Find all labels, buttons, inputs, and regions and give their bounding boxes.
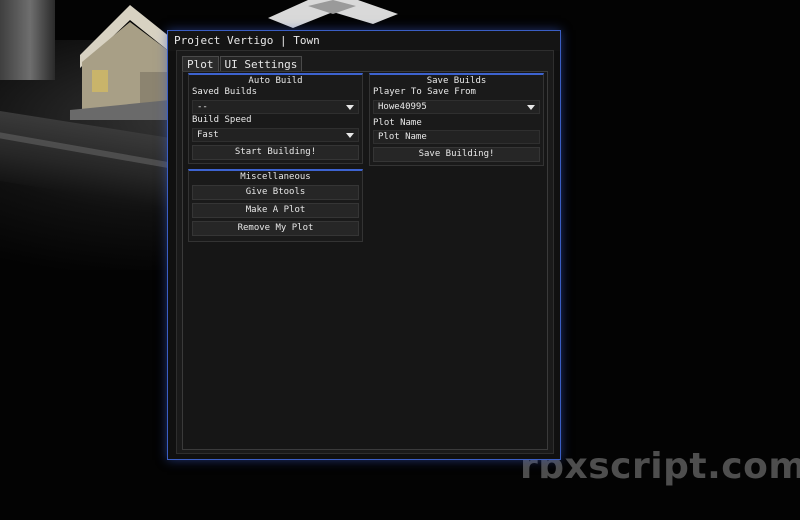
watermark: rbxscript.com [520,446,800,487]
miscellaneous-title: Miscellaneous [240,172,311,182]
window-content: Plot UI Settings Auto Build Saved Builds… [176,50,554,454]
chevron-down-icon [527,105,535,110]
remove-my-plot-button[interactable]: Remove My Plot [192,221,359,236]
save-building-button[interactable]: Save Building! [373,147,540,162]
tab-ui-settings[interactable]: UI Settings [219,56,303,72]
saved-builds-dropdown[interactable]: -- [192,100,359,114]
plot-name-label: Plot Name [373,118,422,128]
player-dropdown[interactable]: Howe40995 [373,100,540,114]
chevron-down-icon [346,105,354,110]
build-speed-dropdown[interactable]: Fast [192,128,359,142]
auto-build-group: Auto Build Saved Builds -- Build Speed F… [188,73,363,164]
background-tree [268,0,398,28]
player-to-save-label: Player To Save From [373,87,476,97]
start-building-button[interactable]: Start Building! [192,145,359,160]
background-wall [0,0,55,80]
build-speed-value: Fast [197,130,219,140]
plot-name-input[interactable]: Plot Name [373,130,540,144]
tab-bar: Plot UI Settings [182,56,303,72]
miscellaneous-group: Miscellaneous Give Btools Make A Plot Re… [188,169,363,242]
tab-panel-plot: Auto Build Saved Builds -- Build Speed F… [182,71,548,450]
build-speed-label: Build Speed [192,115,252,125]
window-title[interactable]: Project Vertigo | Town [168,31,560,51]
saved-builds-value: -- [197,102,208,112]
script-window: Project Vertigo | Town Plot UI Settings … [167,30,561,460]
player-value: Howe40995 [378,102,427,112]
make-a-plot-button[interactable]: Make A Plot [192,203,359,218]
saved-builds-label: Saved Builds [192,87,258,97]
save-builds-group: Save Builds Player To Save From Howe4099… [369,73,544,166]
tab-plot[interactable]: Plot [182,56,219,72]
give-btools-button[interactable]: Give Btools [192,185,359,200]
chevron-down-icon [346,133,354,138]
